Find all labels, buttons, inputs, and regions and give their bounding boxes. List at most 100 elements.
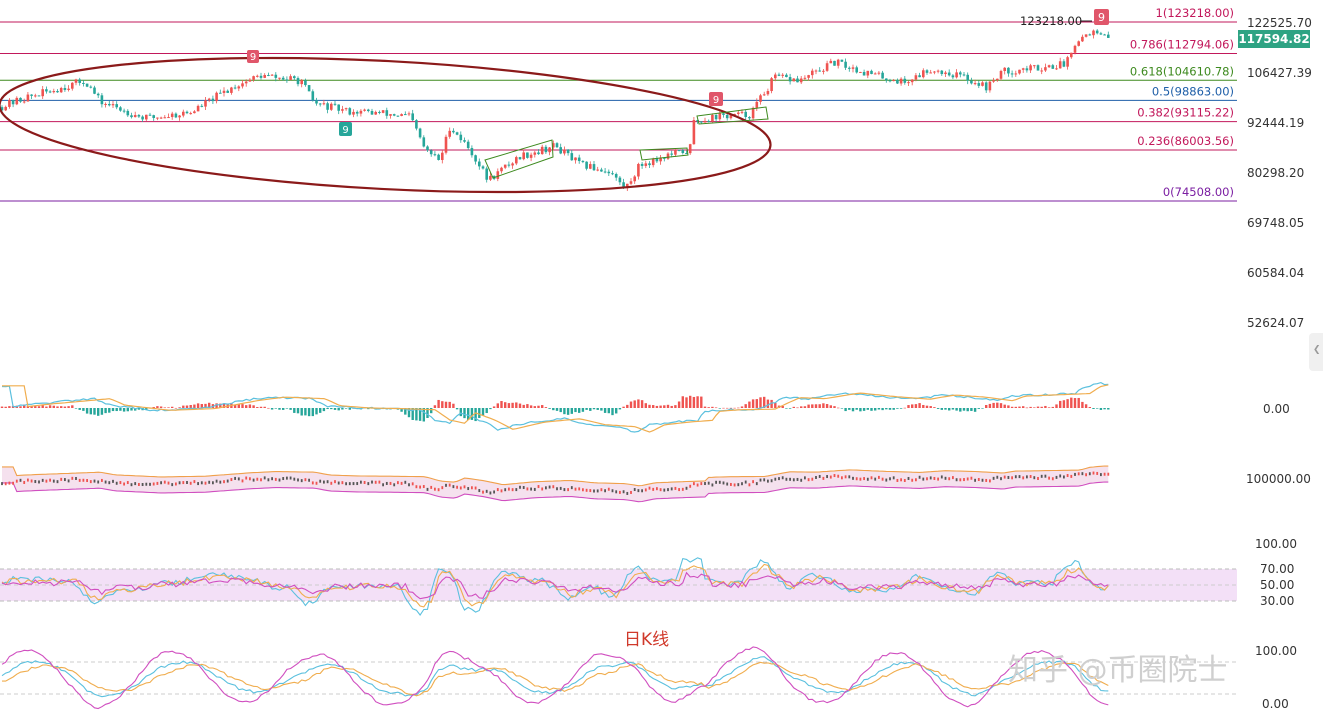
macd-bar (63, 406, 67, 408)
macd-bar (1022, 406, 1025, 408)
macd-bar (874, 408, 877, 411)
macd-bar (348, 408, 351, 410)
candle-body (270, 74, 274, 76)
band-mini-candle (1014, 475, 1017, 479)
macd-bar (330, 408, 333, 410)
band-mini-candle (977, 478, 980, 482)
candle-body (881, 72, 884, 79)
macd-bar (60, 406, 63, 408)
candle-body (444, 136, 448, 153)
candle-body (1018, 69, 1021, 74)
macd-bar (744, 404, 747, 408)
candle-body (681, 149, 685, 154)
candle-body (293, 76, 296, 79)
candle-body (344, 108, 348, 110)
candle-body (537, 152, 540, 155)
macd-bar (618, 408, 622, 410)
macd-bar (555, 408, 559, 411)
candle-body (1058, 61, 1062, 69)
band-mini-candle (200, 481, 203, 485)
band-mini-candle (829, 475, 832, 479)
band-mini-candle (101, 478, 103, 482)
candle-body (19, 97, 22, 102)
macd-bar (455, 408, 459, 410)
price-axis-tick: 69748.05 (1247, 216, 1304, 230)
candle-body (781, 74, 784, 76)
band-mini-candle (345, 482, 347, 486)
macd-bar (607, 408, 610, 414)
chart-canvas[interactable]: 1(123218.00) 0.786(112794.06) 0.618(104610… (0, 0, 1323, 722)
band-mini-candle (1007, 475, 1010, 479)
band-mini-candle (600, 488, 603, 492)
candle-body (540, 146, 544, 155)
candle-body (174, 113, 178, 118)
macd-bar (285, 408, 289, 409)
candle-body (355, 111, 359, 114)
fib-level-label: 1(123218.00) (1156, 6, 1234, 20)
macd-bar (485, 408, 488, 414)
candle-body (933, 71, 936, 73)
band-mini-candle (27, 478, 29, 482)
candle-body (574, 157, 577, 161)
band-mini-candle (152, 482, 155, 486)
macd-bar (119, 408, 122, 411)
candle-body (496, 171, 500, 179)
candle-body (959, 72, 962, 75)
band-mini-candle (733, 483, 736, 487)
band-mini-candle (23, 480, 26, 484)
macd-bar (1047, 407, 1051, 408)
macd-bar (951, 408, 955, 410)
macd-histogram (0, 395, 1110, 422)
candle-body (34, 95, 37, 97)
macd-bar (833, 406, 836, 408)
rsi-panel[interactable]: 100.00 70.00 50.00 30.00 (0, 537, 1297, 616)
bands-panel[interactable]: 100000.00 (1, 465, 1311, 503)
candle-body (992, 80, 995, 82)
candle-body (825, 63, 829, 71)
band-mini-candle (1037, 476, 1039, 480)
candle-body (337, 104, 340, 111)
candle-body (870, 70, 873, 74)
band-mini-candle (707, 481, 710, 485)
candle-body (189, 113, 192, 115)
price-panel[interactable]: 1(123218.00) 0.786(112794.06) 0.618(104610… (0, 6, 1312, 330)
macd-bar (977, 408, 980, 409)
band-mini-candle (696, 483, 699, 487)
candle-body (774, 74, 777, 79)
candle-body (178, 115, 181, 118)
band-mini-candle (959, 478, 962, 482)
candle-body (237, 86, 241, 89)
macd-bar (589, 408, 592, 411)
candle-body (385, 110, 389, 116)
panel-collapse-handle[interactable]: ❮ (1309, 333, 1323, 371)
macd-panel[interactable]: 0.00 (0, 381, 1290, 433)
band-mini-candle (630, 490, 632, 494)
macd-bar (866, 408, 869, 410)
macd-bar (1099, 408, 1103, 410)
band-mini-candle (670, 487, 673, 491)
macd-bar (803, 406, 807, 408)
band-mini-candle (208, 480, 211, 484)
macd-bar (326, 408, 329, 410)
band-mini-candle (223, 480, 225, 484)
macd-bar (422, 408, 425, 422)
candle-body (670, 153, 673, 155)
candle-body (563, 149, 566, 154)
band-mini-candle (478, 489, 481, 493)
fibonacci-retracement[interactable]: 1(123218.00) 0.786(112794.06) 0.618(104610… (0, 6, 1237, 202)
band-mini-candle (752, 480, 754, 484)
candle-body (307, 85, 311, 92)
band-mini-candle (681, 487, 684, 491)
candle-body (392, 114, 396, 116)
macd-bar (848, 408, 851, 410)
candle-body (463, 140, 466, 142)
band-mini-candle (874, 477, 877, 481)
macd-bar (267, 407, 270, 409)
price-axis[interactable]: 122525.70 106427.39 92444.19 80298.20 69748.… (1247, 16, 1312, 330)
band-mini-candle (881, 477, 884, 481)
macd-bar (681, 396, 684, 408)
macd-bar (311, 408, 314, 417)
band-mini-candle (67, 479, 70, 483)
macd-bar (278, 408, 281, 410)
candle-body (984, 82, 988, 91)
